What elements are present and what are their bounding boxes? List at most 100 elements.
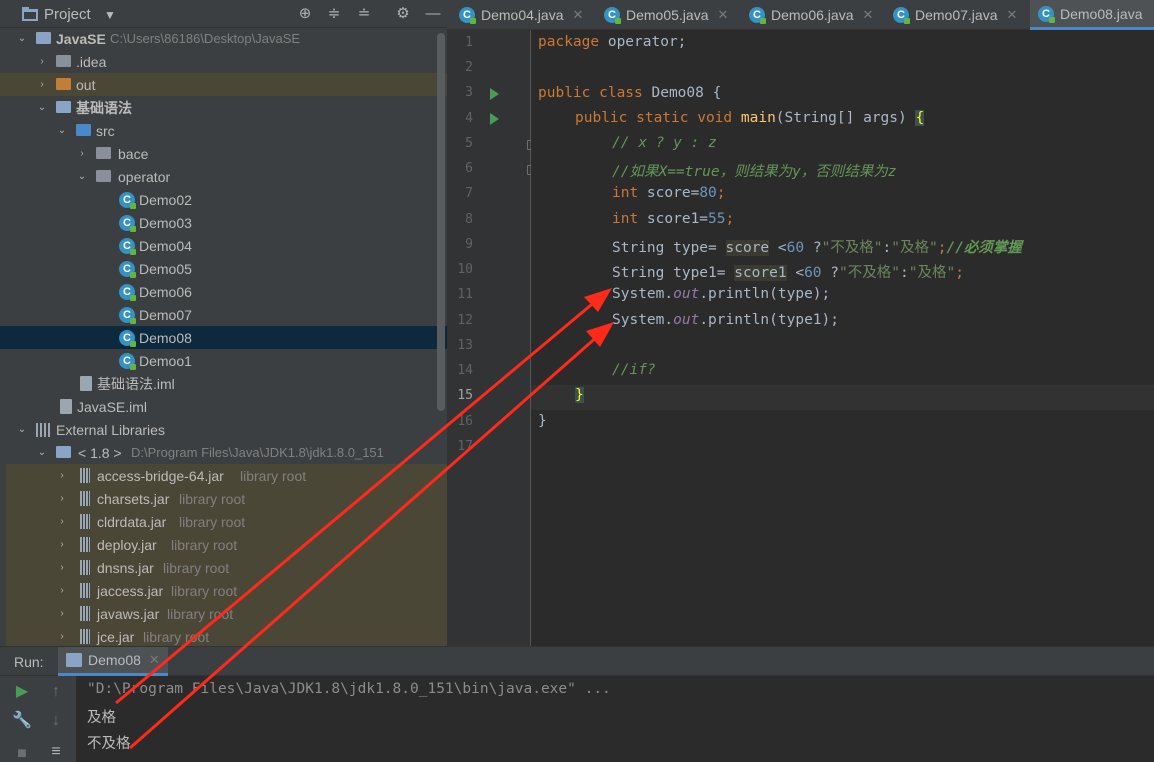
chevron-right-icon[interactable]: › (56, 631, 68, 643)
close-icon[interactable]: ✕ (718, 7, 729, 23)
tree-item-jar[interactable]: › jce.jar library root (6, 625, 447, 646)
tree-item-module-iml[interactable]: 基础语法.iml (6, 372, 446, 395)
tree-item-project-iml[interactable]: JavaSE.iml (6, 395, 446, 418)
code-text: String type= (612, 240, 726, 256)
up-arrow-icon[interactable]: ↑ (46, 682, 66, 702)
tree-item-jar[interactable]: › charsets.jar library root (6, 487, 447, 510)
field: out (673, 312, 700, 328)
tree-item-class[interactable]: C Demo06 (6, 280, 446, 303)
gear-icon[interactable]: ⚙ (394, 5, 412, 23)
chevron-right-icon[interactable]: › (36, 79, 48, 91)
close-icon[interactable]: ✕ (573, 7, 584, 23)
tree-item-external-libraries[interactable]: ⌄ External Libraries (6, 418, 446, 441)
tree-label: bace (118, 145, 149, 162)
tree-item-jar[interactable]: › dnsns.jar library root (6, 556, 447, 579)
wrench-icon[interactable]: 🔧 (12, 711, 32, 731)
folder-icon (56, 55, 71, 67)
chevron-down-icon[interactable]: ⌄ (16, 424, 28, 436)
keyword: package (538, 34, 600, 50)
tab-demo07[interactable]: C Demo07.java ✕ (893, 0, 1017, 30)
tab-demo05[interactable]: C Demo05.java ✕ (604, 0, 728, 30)
tree-item-class[interactable]: C Demo02 (6, 188, 446, 211)
chevron-right-icon[interactable]: › (56, 562, 68, 574)
tree-item-class[interactable]: C Demo07 (6, 303, 446, 326)
folder-icon (36, 32, 51, 44)
code-line-15: } (575, 387, 584, 403)
code-text: Demo08 { (642, 85, 722, 101)
tree-label: Demo02 (139, 191, 192, 208)
line-number: 9 (465, 237, 473, 252)
tree-item-class-selected[interactable]: C Demo08 (0, 326, 447, 349)
tree-item-module[interactable]: ⌄ 基础语法 (6, 96, 446, 119)
expand-all-icon[interactable]: ≑ (325, 5, 343, 23)
tree-item-bace[interactable]: › bace (6, 142, 446, 165)
code-text: score= (638, 185, 700, 201)
keyword: public static void (575, 110, 733, 126)
number: 55 (708, 211, 726, 227)
chevron-right-icon[interactable]: › (56, 516, 68, 528)
close-icon[interactable]: ✕ (149, 652, 160, 668)
console-output[interactable]: "D:\Program Files\Java\JDK1.8\jdk1.8.0_1… (0, 676, 1154, 762)
chevron-right-icon[interactable]: › (36, 56, 48, 68)
number: 80 (699, 185, 717, 201)
code-line-3: public class Demo08 { (538, 85, 721, 101)
tree-label: out (76, 76, 96, 93)
chevron-down-icon[interactable]: ⌄ (16, 33, 28, 45)
jar-icon (80, 468, 90, 483)
tree-item-jar[interactable]: › access-bridge-64.jar library root (6, 464, 447, 487)
tree-item-jdk[interactable]: ⌄ < 1.8 > D:\Program Files\Java\JDK1.8\j… (6, 441, 446, 464)
chevron-right-icon[interactable]: › (56, 608, 68, 620)
chevron-right-icon[interactable]: › (56, 539, 68, 551)
tab-demo06[interactable]: C Demo06.java ✕ (749, 0, 873, 30)
collapse-all-icon[interactable]: ≐ (355, 5, 373, 23)
tree-item-jar[interactable]: › jaccess.jar library root (6, 579, 447, 602)
tree-item-javase[interactable]: ⌄ JavaSE C:\Users\86186\Desktop\JavaSE (6, 27, 446, 50)
chevron-down-icon[interactable]: ▼ (104, 8, 116, 22)
chevron-right-icon[interactable]: › (76, 148, 88, 160)
code-editor[interactable]: package operator; public class Demo08 { … (531, 30, 1154, 646)
close-icon[interactable]: ✕ (863, 7, 874, 23)
run-icon[interactable]: ▶ (12, 682, 32, 702)
line-number: 17 (457, 439, 473, 454)
tree-item-idea[interactable]: › .idea (6, 50, 446, 73)
chevron-down-icon[interactable]: ⌄ (76, 171, 88, 183)
run-tab-demo08[interactable]: Demo08 ✕ (58, 647, 168, 676)
tab-demo08[interactable]: C Demo08.java (1030, 0, 1154, 30)
code-text: System. (612, 312, 674, 328)
soft-wrap-icon[interactable]: ≡ (46, 742, 66, 762)
jar-name: cldrdata.jar (97, 513, 167, 530)
tree-item-operator[interactable]: ⌄ operator (6, 165, 446, 188)
tree-item-jar[interactable]: › deploy.jar library root (6, 533, 447, 556)
line-number: 13 (457, 338, 473, 353)
tree-item-jar[interactable]: › javaws.jar library root (6, 602, 447, 625)
tree-item-class[interactable]: C Demo03 (6, 211, 446, 234)
folder-icon (56, 101, 71, 113)
chevron-right-icon[interactable]: › (56, 470, 68, 482)
tree-label: < 1.8 > (78, 444, 122, 461)
chevron-down-icon[interactable]: ⌄ (36, 447, 48, 459)
minimize-icon[interactable]: — (424, 5, 442, 23)
chevron-down-icon[interactable]: ⌄ (36, 102, 48, 114)
chevron-right-icon[interactable]: › (56, 493, 68, 505)
console-output-line: 及格 (87, 710, 116, 726)
tab-demo04[interactable]: C Demo04.java ✕ (459, 0, 583, 30)
close-icon[interactable]: ✕ (1007, 7, 1018, 23)
project-title[interactable]: Project (44, 6, 91, 23)
down-arrow-icon[interactable]: ↓ (46, 711, 66, 731)
tree-item-class[interactable]: C Demoo1 (6, 349, 446, 372)
project-folder-icon (22, 7, 38, 21)
code-text: ? (821, 265, 840, 281)
tree-item-class[interactable]: C Demo04 (6, 234, 446, 257)
run-main-icon[interactable] (490, 113, 499, 125)
tree-item-src[interactable]: ⌄ src (6, 119, 446, 142)
tree-item-out[interactable]: › out (0, 73, 447, 96)
target-icon[interactable]: ⊕ (296, 5, 314, 23)
tree-item-jar[interactable]: › cldrdata.jar library root (6, 510, 447, 533)
run-class-icon[interactable] (490, 88, 499, 100)
stop-icon[interactable]: ■ (12, 744, 32, 762)
tree-item-class[interactable]: C Demo05 (6, 257, 446, 280)
chevron-down-icon[interactable]: ⌄ (56, 125, 68, 137)
code-line-5: // x ? y : z (612, 135, 717, 151)
tree-scrollbar[interactable] (437, 33, 445, 411)
chevron-right-icon[interactable]: › (56, 585, 68, 597)
